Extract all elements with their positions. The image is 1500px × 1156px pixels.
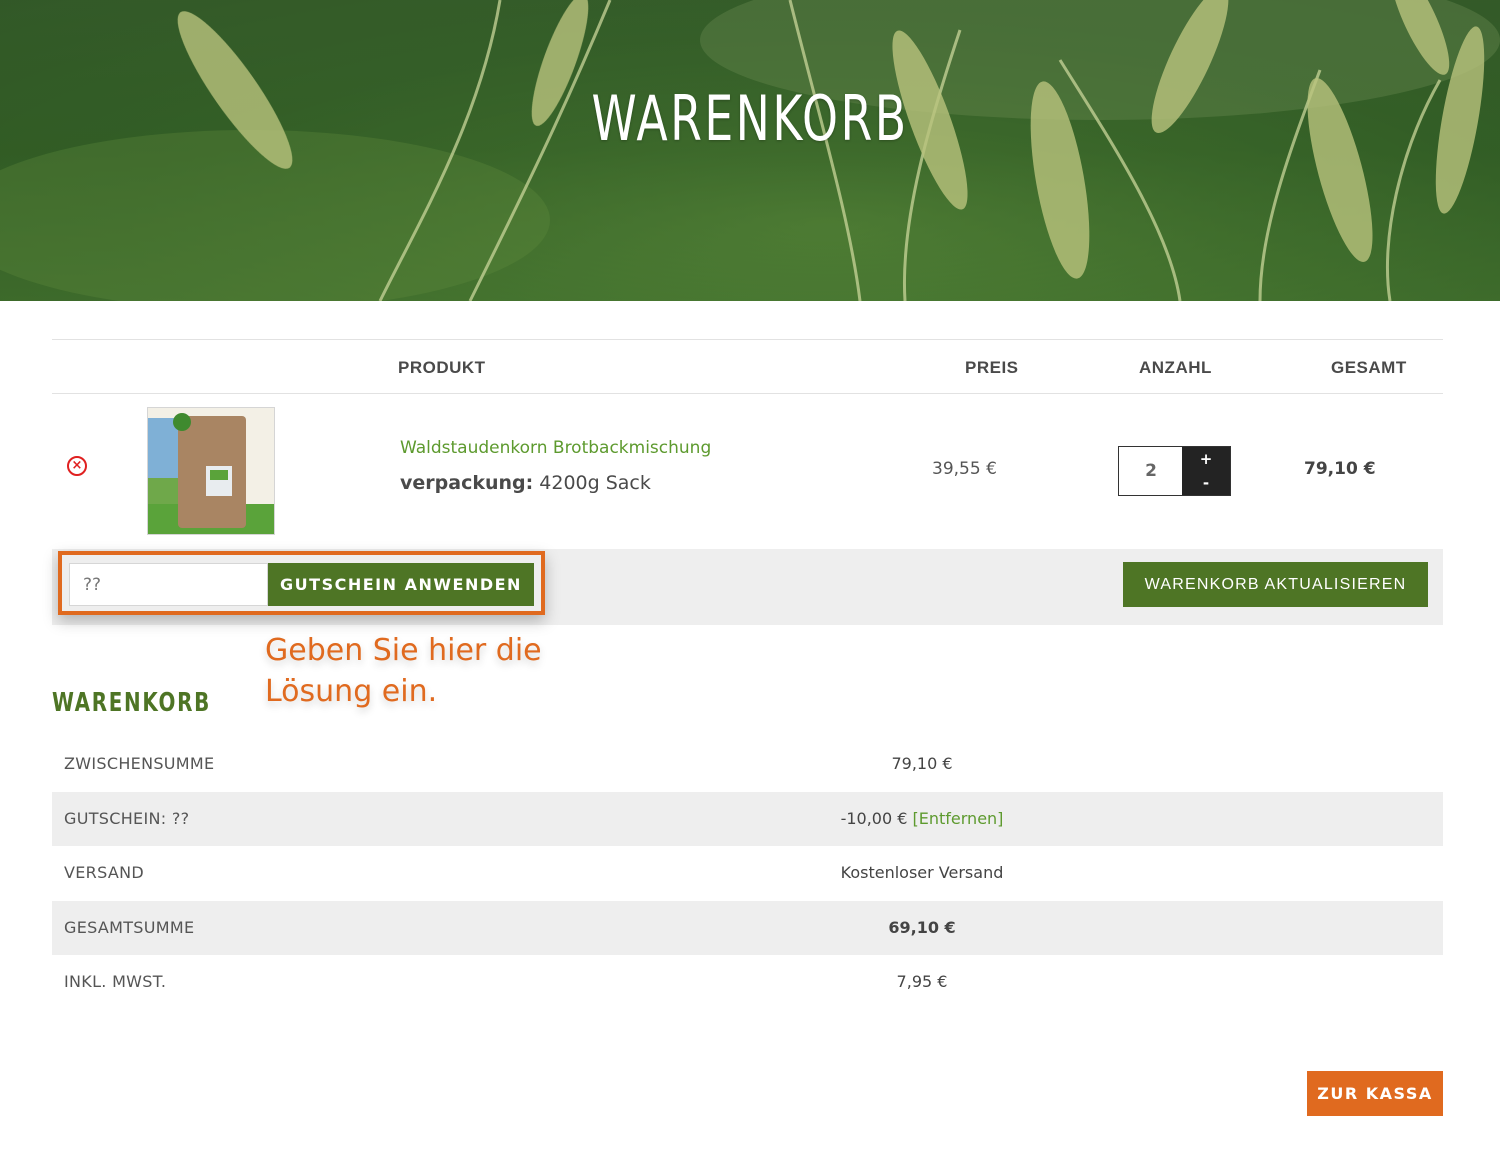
cart-table: PRODUKT PREIS ANZAHL GESAMT × Waldstaude… xyxy=(52,339,1443,549)
totals-value: 79,10 € xyxy=(891,754,953,773)
variation-value: 4200g Sack xyxy=(539,472,651,494)
totals-row-subtotal: ZWISCHENSUMME 79,10 € xyxy=(52,737,1443,792)
quantity-plus-button[interactable]: + xyxy=(1182,447,1230,471)
totals-row-shipping: VERSAND Kostenloser Versand xyxy=(52,846,1443,901)
page-title: WARENKORB xyxy=(591,82,909,155)
product-image xyxy=(148,408,274,534)
quantity-minus-button[interactable]: - xyxy=(1182,471,1230,495)
totals-value: 69,10 € xyxy=(888,917,956,937)
item-price: 39,55 € xyxy=(932,459,997,479)
totals-row-vat: INKL. MWST. 7,95 € xyxy=(52,955,1443,1010)
totals-row-coupon: GUTSCHEIN: ?? -10,00 € [Entfernen] xyxy=(52,791,1443,846)
totals-label: INKL. MWST. xyxy=(64,972,167,991)
apply-coupon-button[interactable]: GUTSCHEIN ANWENDEN xyxy=(268,563,534,606)
remove-circle-icon[interactable]: × xyxy=(67,456,87,476)
totals-value-coupon: -10,00 € [Entfernen] xyxy=(652,809,1192,828)
header-price: PREIS xyxy=(965,358,1019,377)
totals-value: Kostenloser Versand xyxy=(840,863,1004,882)
product-variation: verpackung: 4200g Sack xyxy=(400,472,651,494)
header-total: GESAMT xyxy=(1331,358,1407,377)
totals-value: 7,95 € xyxy=(896,972,948,991)
quantity-buttons: + - xyxy=(1182,447,1230,495)
totals-row-grand-total: GESAMTSUMME 69,10 € xyxy=(52,900,1443,955)
cart-totals-table: ZWISCHENSUMME 79,10 € GUTSCHEIN: ?? -10,… xyxy=(52,737,1443,1010)
product-thumbnail[interactable] xyxy=(147,407,275,535)
quantity-stepper: 2 + - xyxy=(1118,446,1231,496)
update-cart-button[interactable]: WARENKORB AKTUALISIEREN xyxy=(1123,562,1428,607)
coupon-discount-amount: -10,00 € xyxy=(840,808,908,828)
item-total: 79,10 € xyxy=(1304,459,1376,479)
header-quantity: ANZAHL xyxy=(1139,358,1212,377)
product-name-link[interactable]: Waldstaudenkorn Brotbackmischung xyxy=(400,438,711,458)
header-product: PRODUKT xyxy=(398,358,486,377)
totals-label: GESAMTSUMME xyxy=(64,917,195,937)
coupon-hint-annotation: Geben Sie hier die Lösung ein. xyxy=(265,633,542,709)
checkout-button[interactable]: ZUR KASSA xyxy=(1307,1071,1443,1116)
totals-label: VERSAND xyxy=(64,863,144,882)
totals-label: GUTSCHEIN: ?? xyxy=(64,808,190,828)
hero-banner: WARENKORB xyxy=(0,0,1500,301)
table-header: PRODUKT PREIS ANZAHL GESAMT xyxy=(52,339,1443,394)
quantity-input[interactable]: 2 xyxy=(1119,447,1183,495)
remove-coupon-link[interactable]: [Entfernen] xyxy=(913,809,1004,828)
cart-totals-title: WARENKORB xyxy=(52,688,211,718)
totals-label: ZWISCHENSUMME xyxy=(64,754,215,773)
table-row: × Waldstaudenkorn Brotbackmischung verpa… xyxy=(52,394,1443,549)
variation-label: verpackung: xyxy=(400,472,534,494)
coupon-code-input[interactable]: ?? xyxy=(69,563,268,606)
